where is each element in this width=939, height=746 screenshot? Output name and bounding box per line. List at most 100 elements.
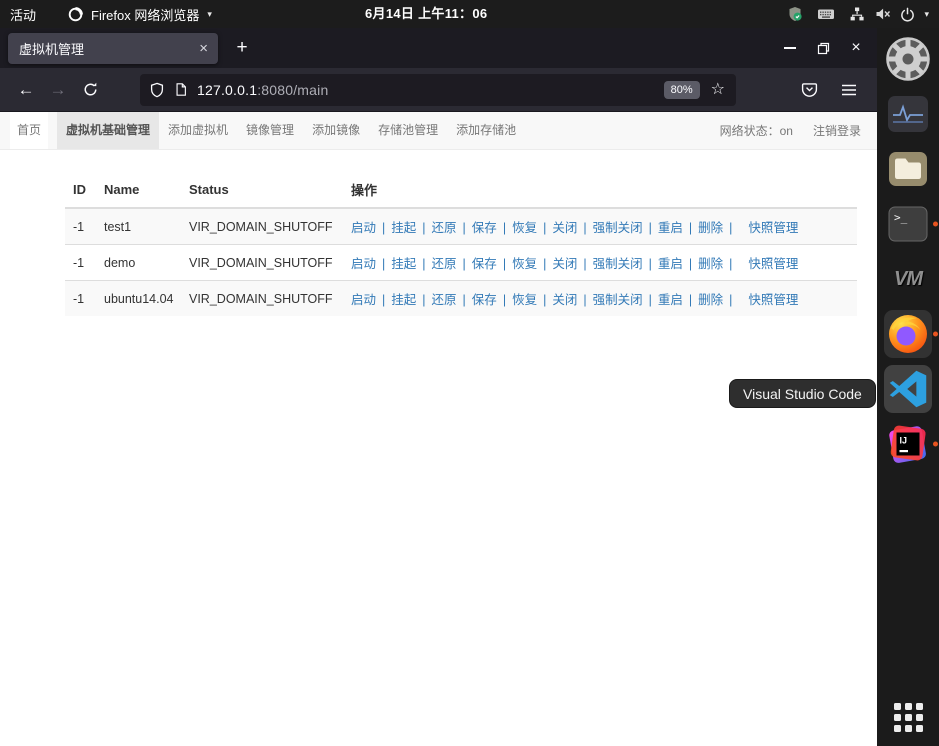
- svg-text:>_: >_: [894, 211, 908, 224]
- action-link[interactable]: 还原: [432, 293, 457, 307]
- reload-icon: [84, 82, 97, 96]
- clock-button[interactable]: 6月14日 上午11：06: [365, 0, 487, 28]
- action-link[interactable]: 挂起: [391, 293, 416, 307]
- action-link[interactable]: 恢复: [512, 293, 537, 307]
- keyboard-layout-icon: [818, 9, 835, 19]
- action-separator: |: [648, 293, 652, 307]
- action-separator: |: [729, 293, 733, 307]
- action-link[interactable]: 还原: [432, 221, 457, 235]
- gnome-topbar: 活动 Firefox 网络浏览器 ▾ 6月14日 上午11：06 ▾: [0, 0, 939, 28]
- running-indicator: [933, 331, 938, 337]
- action-link[interactable]: 恢复: [512, 257, 537, 271]
- action-link[interactable]: 强制关闭: [593, 257, 643, 271]
- activities-button[interactable]: 活动: [10, 5, 36, 24]
- action-separator: |: [382, 257, 386, 271]
- pocket-icon[interactable]: [793, 75, 825, 105]
- url-bar[interactable]: 127.0.0.1:8080/main 80% ☆: [140, 73, 736, 106]
- zoom-level-badge[interactable]: 80%: [663, 80, 700, 99]
- dock-item-system-monitor[interactable]: [884, 90, 932, 138]
- action-link[interactable]: 重启: [658, 293, 683, 307]
- action-link[interactable]: 保存: [472, 293, 497, 307]
- new-tab-button[interactable]: +: [227, 33, 257, 63]
- action-separator: |: [462, 257, 466, 271]
- dock-item-vmware[interactable]: VM: [884, 255, 932, 303]
- action-link[interactable]: 启动: [351, 293, 376, 307]
- action-link[interactable]: 删除: [698, 257, 723, 271]
- action-link[interactable]: 关闭: [552, 221, 577, 235]
- dock-item-terminal[interactable]: >_: [884, 200, 938, 248]
- bookmark-star-icon[interactable]: ☆: [709, 81, 727, 98]
- action-separator: |: [502, 257, 507, 271]
- page-info-icon[interactable]: [174, 82, 188, 97]
- restore-button[interactable]: [814, 39, 832, 57]
- action-link[interactable]: 保存: [472, 221, 497, 235]
- snapshot-manage-link[interactable]: 快照管理: [748, 293, 798, 307]
- snapshot-manage-link[interactable]: 快照管理: [748, 257, 798, 271]
- svg-text:IJ: IJ: [900, 436, 908, 446]
- action-separator: |: [729, 257, 733, 271]
- action-separator: |: [382, 293, 386, 307]
- browser-tab[interactable]: 虚拟机管理 ×: [8, 32, 218, 64]
- action-separator: |: [382, 221, 386, 235]
- minimize-button[interactable]: [781, 39, 799, 57]
- app-menu-label: Firefox 网络浏览器: [91, 7, 200, 23]
- action-link[interactable]: 启动: [351, 221, 376, 235]
- show-applications-button[interactable]: [884, 700, 932, 734]
- nav-item-add-vm[interactable]: 添加虚拟机: [159, 112, 237, 149]
- action-link[interactable]: 强制关闭: [593, 221, 643, 235]
- gear-icon: [886, 37, 930, 81]
- menu-button[interactable]: [833, 75, 865, 105]
- action-link[interactable]: 重启: [658, 221, 683, 235]
- action-link[interactable]: 保存: [472, 257, 497, 271]
- nav-item-image-management[interactable]: 镜像管理: [237, 112, 303, 149]
- action-link[interactable]: 删除: [698, 293, 723, 307]
- system-menu-button[interactable]: ▾: [849, 6, 929, 22]
- dock-item-vscode[interactable]: [884, 365, 932, 413]
- tracking-protection-shield-icon[interactable]: [149, 82, 165, 98]
- action-separator: |: [688, 221, 693, 235]
- desktop: 活动 Firefox 网络浏览器 ▾ 6月14日 上午11：06 ▾ 虚拟机管理…: [0, 0, 939, 746]
- action-separator: |: [688, 257, 693, 271]
- cell-actions: 启动 | 挂起 | 还原 | 保存 | 恢复 | 关闭 | 强制关闭 | 重启 | 删除 | 快照管理: [343, 280, 857, 316]
- action-link[interactable]: 关闭: [552, 257, 577, 271]
- dock-item-intellij[interactable]: IJ: [884, 420, 938, 468]
- tab-close-icon[interactable]: ×: [195, 40, 212, 57]
- dock-item-settings[interactable]: [884, 35, 932, 83]
- action-link[interactable]: 重启: [658, 257, 683, 271]
- action-link[interactable]: 关闭: [552, 293, 577, 307]
- reload-button[interactable]: [74, 75, 106, 105]
- back-button[interactable]: ←: [10, 75, 42, 105]
- intellij-icon: IJ: [889, 425, 926, 463]
- table-row: -1 demo VIR_DOMAIN_SHUTOFF 启动 | 挂起 | 还原 | 保存 | 恢复 | 关…: [65, 244, 857, 281]
- action-separator: |: [462, 221, 466, 235]
- nav-item-home[interactable]: 首页: [10, 112, 49, 149]
- dock-item-firefox[interactable]: [884, 310, 938, 358]
- action-link[interactable]: 删除: [698, 221, 723, 235]
- cell-status: VIR_DOMAIN_SHUTOFF: [181, 280, 343, 316]
- hamburger-icon: [842, 84, 856, 95]
- action-link[interactable]: 挂起: [391, 257, 416, 271]
- forward-button[interactable]: →: [42, 75, 74, 105]
- action-link[interactable]: 启动: [351, 257, 376, 271]
- action-link[interactable]: 挂起: [391, 221, 416, 235]
- cell-name: test1: [96, 207, 181, 245]
- action-separator: |: [502, 221, 507, 235]
- cell-name: ubuntu14.04: [96, 280, 181, 316]
- logout-link[interactable]: 注销登录: [813, 122, 861, 139]
- action-link[interactable]: 强制关闭: [593, 293, 643, 307]
- action-link[interactable]: 还原: [432, 257, 457, 271]
- app-menu-button[interactable]: Firefox 网络浏览器 ▾: [68, 5, 212, 24]
- url-path: :8080/main: [257, 81, 329, 98]
- network-status: 网络状态：on: [719, 124, 793, 138]
- dock-item-files[interactable]: [884, 145, 932, 193]
- action-link[interactable]: 恢复: [512, 221, 537, 235]
- firefox-icon: [889, 315, 927, 353]
- action-separator: |: [688, 293, 693, 307]
- nav-item-vm-management[interactable]: 虚拟机基础管理: [57, 112, 160, 149]
- tab-title: 虚拟机管理: [19, 41, 85, 57]
- close-button[interactable]: ×: [847, 39, 865, 57]
- nav-item-add-storage-pool[interactable]: 添加存储池: [447, 112, 525, 149]
- nav-item-storage-pool-management[interactable]: 存储池管理: [369, 112, 447, 149]
- snapshot-manage-link[interactable]: 快照管理: [748, 221, 798, 235]
- nav-item-add-image[interactable]: 添加镜像: [303, 112, 369, 149]
